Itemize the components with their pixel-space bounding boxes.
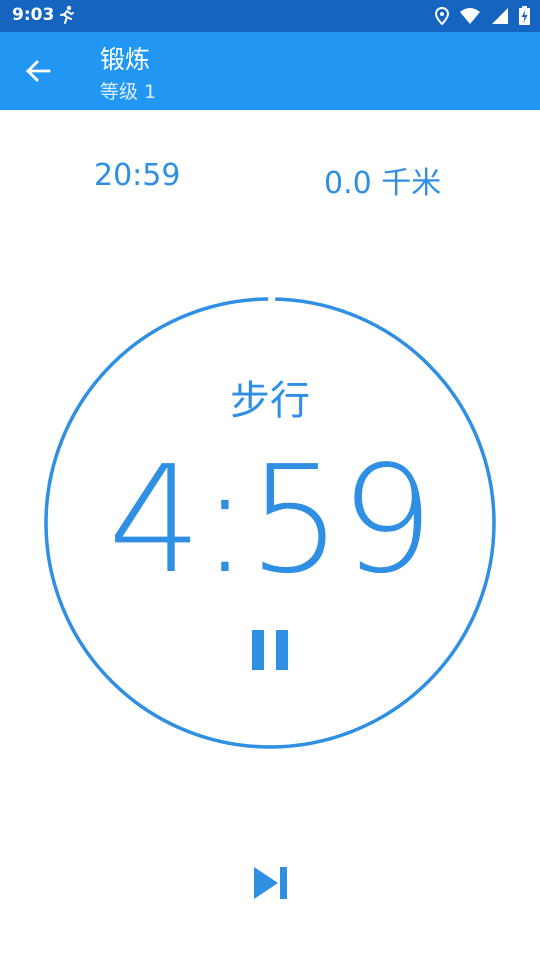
pause-button[interactable] — [252, 630, 290, 670]
battery-charging-icon — [519, 6, 530, 29]
status-time: 9:03 — [12, 5, 55, 25]
app-bar: 锻炼 等级 1 — [0, 32, 540, 110]
status-bar: 9:03 — [0, 0, 540, 32]
arrow-left-icon — [26, 60, 51, 82]
signal-icon — [491, 7, 509, 29]
countdown-timer: 4:59 — [107, 434, 434, 606]
pause-icon-bar — [276, 630, 288, 670]
location-icon — [434, 6, 450, 29]
skip-next-icon — [254, 867, 287, 899]
running-man-icon — [58, 5, 76, 29]
page-subtitle: 等级 1 — [100, 81, 157, 103]
distance-value: 0.0 千米 — [324, 166, 442, 201]
wifi-icon — [459, 7, 481, 29]
back-button[interactable] — [18, 51, 58, 91]
total-time-value: 20:59 — [94, 158, 181, 193]
activity-label: 步行 — [230, 378, 310, 424]
page-title: 锻炼 — [100, 45, 151, 74]
pause-icon — [252, 630, 264, 670]
skip-next-button[interactable] — [252, 865, 290, 901]
